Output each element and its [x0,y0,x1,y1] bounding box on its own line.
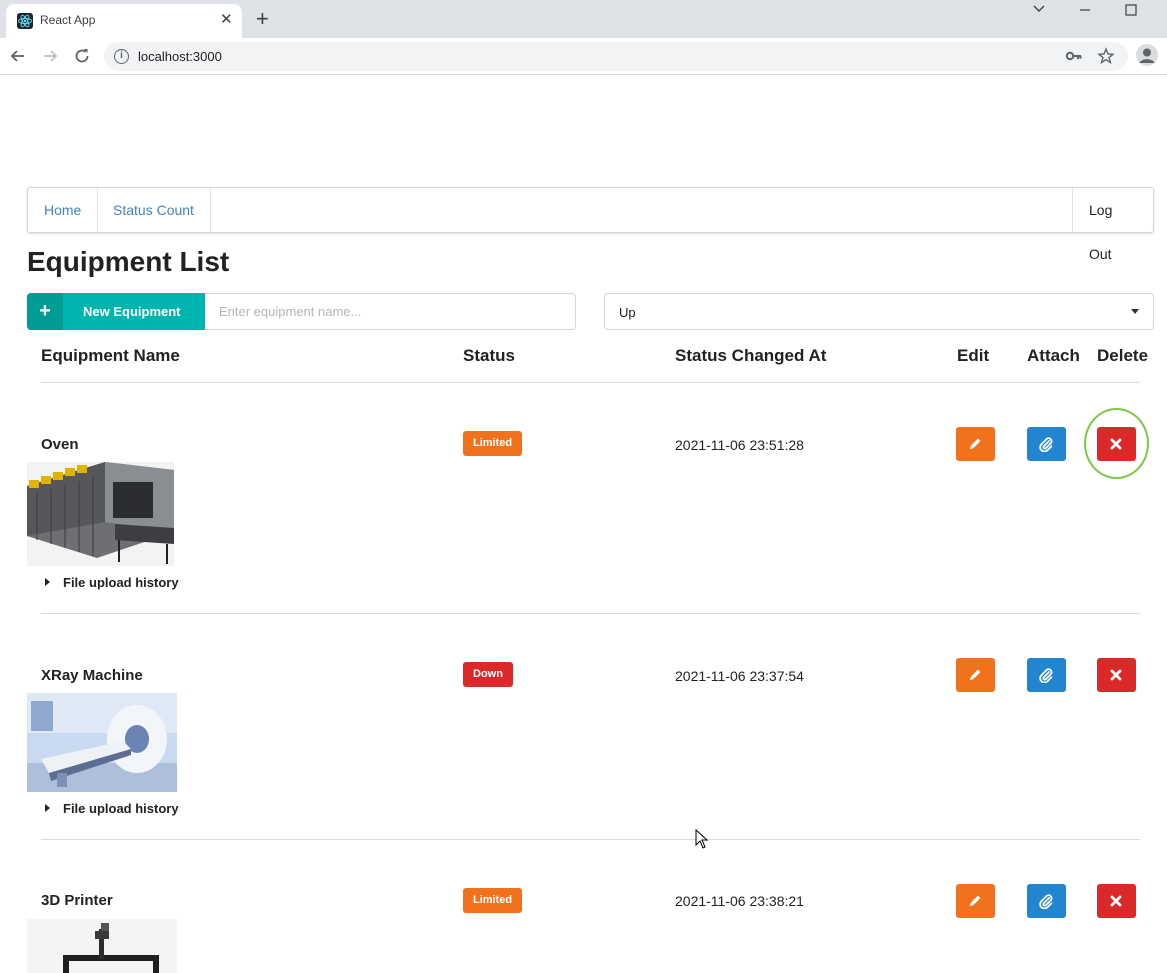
file-upload-history-toggle[interactable]: File upload history [45,575,179,590]
edit-button[interactable] [956,427,995,461]
xray-machine-image [27,693,177,792]
new-equipment-label: New Equipment [83,304,181,319]
paperclip-icon [1039,437,1053,452]
status-badge: Down [463,662,513,687]
paperclip-icon [1039,668,1053,683]
header-status-changed-at: Status Changed At [675,346,827,365]
nav-logout[interactable]: Log Out [1072,188,1153,262]
3d-printer-image [27,919,177,973]
minimize-icon[interactable] [1066,0,1106,22]
attach-button[interactable] [1027,884,1066,918]
equipment-name: Oven [41,436,79,453]
status-badge: Limited [463,888,523,913]
maximize-icon[interactable] [1112,0,1152,22]
bookmark-star-icon[interactable] [1097,47,1115,70]
browser-toolbar: i localhost:3000 [0,38,1167,75]
oven-image [27,462,174,566]
paperclip-icon [1039,894,1053,909]
address-bar[interactable]: i localhost:3000 [104,42,1128,71]
plus-icon: + [27,293,63,330]
nav-home[interactable]: Home [28,188,99,232]
status-changed-at: 2021-11-06 23:37:54 [675,668,804,684]
edit-button[interactable] [956,658,995,692]
edit-button[interactable] [956,884,995,918]
tab-title: React App [40,13,96,27]
new-equipment-button[interactable]: + New Equipment [27,293,205,330]
file-upload-history-label: File upload history [63,575,179,590]
profile-avatar-icon[interactable] [1136,44,1158,66]
pencil-icon [970,669,981,680]
status-badge: Limited [463,431,523,456]
mouse-cursor-icon [695,828,709,854]
equipment-name: XRay Machine [41,667,143,684]
tab-close-icon[interactable]: ✕ [220,12,233,28]
close-icon [1110,895,1122,907]
attach-button[interactable] [1027,658,1066,692]
delete-button[interactable] [1097,884,1136,918]
status-filter-value: Up [619,305,636,320]
tab-search-icon[interactable] [1020,0,1060,22]
header-delete: Delete [1097,346,1149,365]
header-equipment-name: Equipment Name [41,346,180,365]
key-icon[interactable] [1065,48,1083,69]
file-upload-history-label: File upload history [63,801,179,816]
attach-button[interactable] [1027,427,1066,461]
header-edit: Edit [957,346,990,365]
delete-button[interactable] [1097,427,1136,461]
header-divider [41,382,1140,383]
pencil-icon [970,895,981,906]
row-divider [41,613,1140,614]
forward-icon[interactable] [40,46,60,66]
status-changed-at: 2021-11-06 23:38:21 [675,893,804,909]
caret-right-icon [45,578,50,586]
nav-status-count[interactable]: Status Count [97,188,211,232]
dropdown-caret-icon [1131,309,1139,314]
delete-button[interactable] [1097,658,1136,692]
header-status: Status [463,346,515,365]
url-text: localhost:3000 [138,49,222,64]
header-attach: Attach [1027,346,1080,365]
caret-right-icon [45,804,50,812]
row-divider [41,839,1140,840]
browser-tab[interactable]: React App ✕ [6,4,242,38]
site-info-icon[interactable]: i [114,49,129,64]
close-icon [1110,669,1122,681]
status-filter-dropdown[interactable]: Up [604,293,1154,330]
react-logo-icon [17,13,33,29]
new-tab-icon[interactable]: + [256,8,269,30]
file-upload-history-toggle[interactable]: File upload history [45,801,179,816]
equipment-name-input[interactable] [205,293,576,330]
page-title: Equipment List [27,246,230,277]
close-icon [1110,438,1122,450]
back-icon[interactable] [8,46,28,66]
pencil-icon [970,438,981,449]
equipment-name: 3D Printer [41,892,113,909]
reload-icon[interactable] [72,46,92,66]
app-menu: Home Status Count Log Out [27,187,1154,262]
browser-tabstrip: React App ✕ + [0,0,1167,38]
status-changed-at: 2021-11-06 23:51:28 [675,437,804,453]
